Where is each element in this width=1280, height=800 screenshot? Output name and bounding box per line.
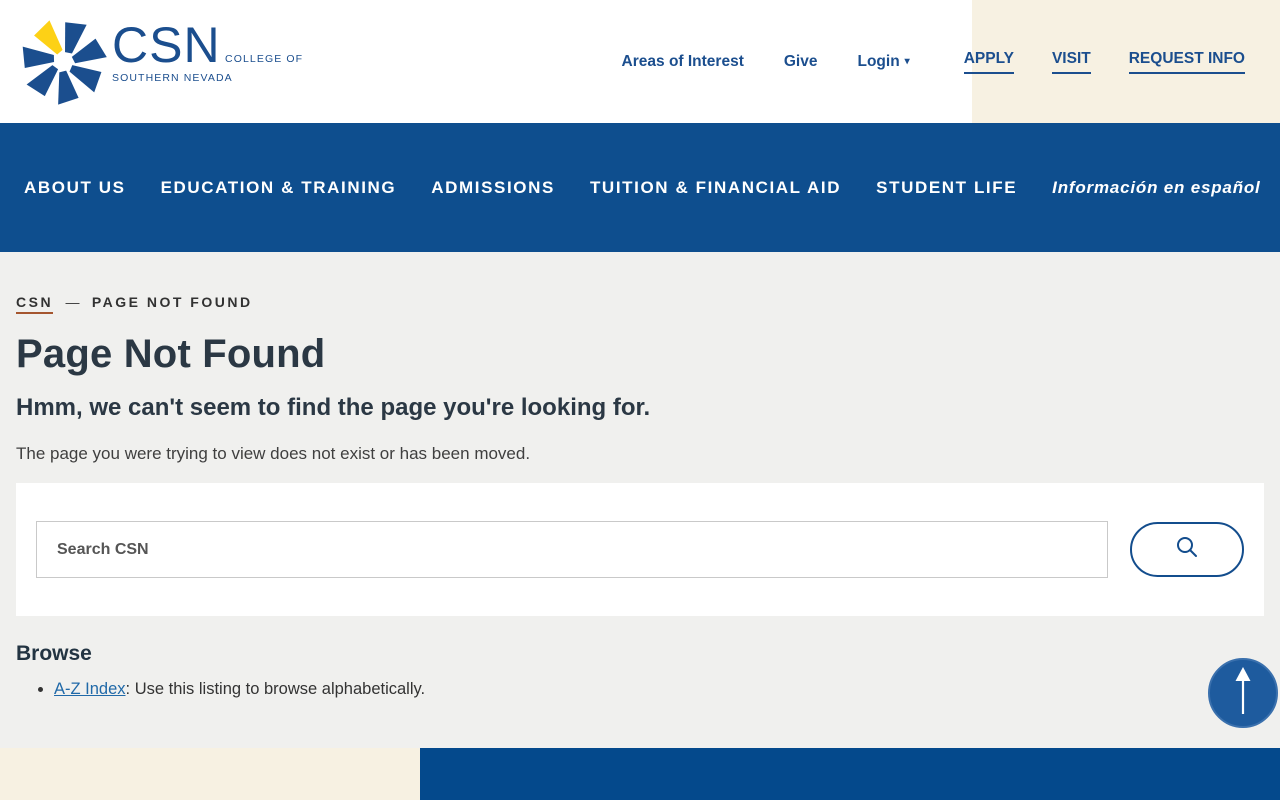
browse-heading: Browse [16,642,1264,666]
main-nav: ABOUT US EDUCATION & TRAINING ADMISSIONS… [0,123,1280,252]
list-item-text: : Use this listing to browse alphabetica… [126,680,426,698]
arrow-up-icon [1231,666,1255,721]
logo-line1: COLLEGE OF [225,53,303,65]
nav-item-informacion-en-espanol[interactable]: Información en español [1052,178,1260,198]
cta-group: APPLY VISIT REQUEST INFO [964,50,1245,74]
list-item: A-Z Index: Use this listing to browse al… [54,680,1264,699]
az-index-link[interactable]: A-Z Index [54,680,126,698]
csn-logo[interactable]: CSN COLLEGE OF SOUTHERN NEVADA [16,10,303,115]
utility-link-request-info[interactable]: REQUEST INFO [1129,50,1245,74]
footer-right-panel [420,748,1280,800]
chevron-down-icon: ▾ [905,56,910,67]
page-title: Page Not Found [16,332,1264,377]
search-submit-button[interactable] [1130,522,1244,577]
search-icon [1174,535,1200,564]
main-content: CSN — PAGE NOT FOUND Page Not Found Hmm,… [0,252,1280,699]
page: CSN COLLEGE OF SOUTHERN NEVADA Areas of … [0,0,1280,800]
utility-link-give[interactable]: Give [784,53,818,71]
logo-line2: SOUTHERN NEVADA [112,72,233,84]
utility-nav: Areas of Interest Give Login▾ APPLY VISI… [622,0,1280,123]
search-panel [16,483,1264,616]
breadcrumb-current: PAGE NOT FOUND [92,294,253,310]
footer-left-panel [0,748,420,800]
csn-pinwheel-icon [16,10,108,115]
nav-item-admissions[interactable]: ADMISSIONS [431,178,555,198]
csn-wordmark: CSN COLLEGE OF SOUTHERN NEVADA [112,22,303,86]
utility-link-visit[interactable]: VISIT [1052,50,1091,74]
breadcrumb-separator: — [65,294,79,310]
page-subtitle: Hmm, we can't seem to find the page you'… [16,394,1264,422]
search-input[interactable] [36,521,1108,578]
site-header: CSN COLLEGE OF SOUTHERN NEVADA Areas of … [0,0,1280,123]
breadcrumb: CSN — PAGE NOT FOUND [16,252,1264,310]
utility-link-apply[interactable]: APPLY [964,50,1014,74]
site-footer [0,748,1280,800]
nav-item-student-life[interactable]: STUDENT LIFE [876,178,1017,198]
nav-item-tuition-financial-aid[interactable]: TUITION & FINANCIAL AID [590,178,841,198]
breadcrumb-link-csn[interactable]: CSN [16,294,53,314]
utility-link-login[interactable]: Login▾ [857,53,909,71]
scroll-to-top-button[interactable] [1208,658,1278,728]
nav-item-about-us[interactable]: ABOUT US [24,178,126,198]
csn-pinwheel-icon [16,790,108,800]
utility-link-areas-of-interest[interactable]: Areas of Interest [622,53,744,71]
logo-acronym: CSN [112,17,221,73]
browse-list: A-Z Index: Use this listing to browse al… [16,680,1264,699]
page-description: The page you were trying to view does no… [16,444,1264,464]
nav-item-education-training[interactable]: EDUCATION & TRAINING [161,178,397,198]
